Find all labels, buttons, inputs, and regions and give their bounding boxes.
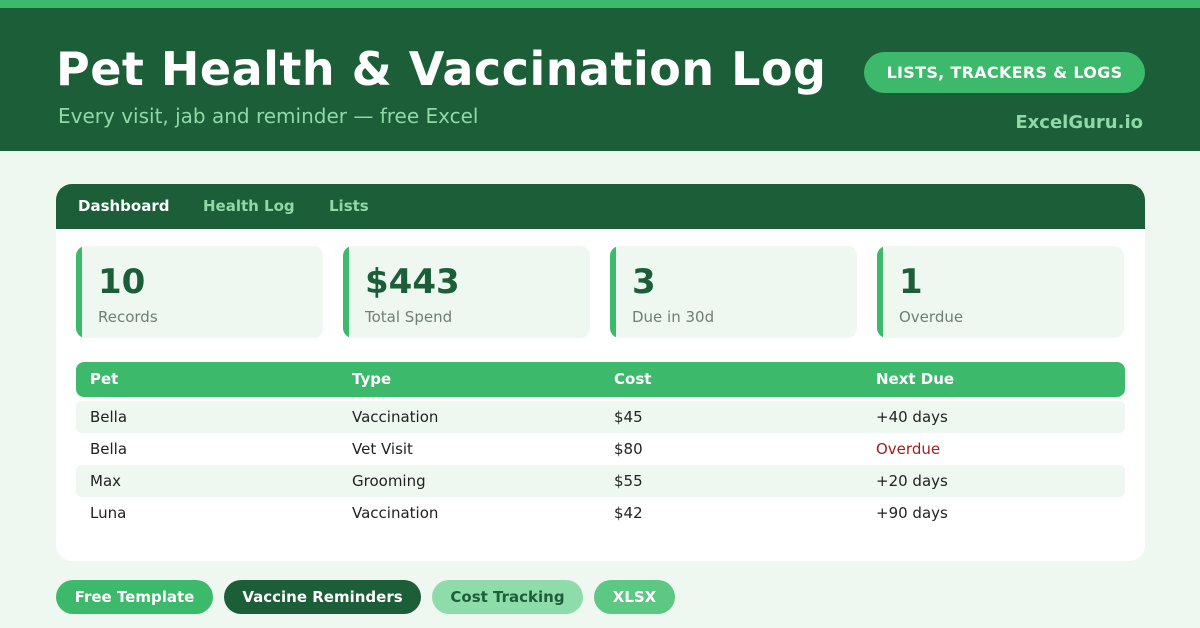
kpi-card-records: 10 Records <box>76 246 323 338</box>
column-header-cost[interactable]: Cost <box>614 370 651 388</box>
cell-next-due: +20 days <box>876 472 948 490</box>
cell-cost: $42 <box>614 504 643 522</box>
tag-cost-tracking[interactable]: Cost Tracking <box>432 580 583 614</box>
tab-health-log[interactable]: Health Log <box>203 197 295 215</box>
cell-type: Vet Visit <box>352 440 413 458</box>
kpi-label: Due in 30d <box>632 308 715 326</box>
cell-pet: Max <box>90 472 122 490</box>
cell-pet: Bella <box>90 440 128 458</box>
kpi-card-total-spend: $443 Total Spend <box>343 246 590 338</box>
top-accent-stripe <box>0 0 1200 8</box>
cell-cost: $55 <box>614 472 643 490</box>
tag-free-template[interactable]: Free Template <box>56 580 213 614</box>
kpi-label: Records <box>98 308 158 326</box>
kpi-card-overdue: 1 Overdue <box>877 246 1124 338</box>
page-title: Pet Health & Vaccination Log <box>56 42 827 96</box>
cell-cost: $45 <box>614 408 643 426</box>
cell-pet: Luna <box>90 504 127 522</box>
tab-bar: Dashboard Health Log Lists <box>56 184 1145 229</box>
cell-cost: $80 <box>614 440 643 458</box>
cell-next-due: +40 days <box>876 408 948 426</box>
table-row[interactable]: Bella Vaccination $45 +40 days <box>76 401 1125 433</box>
kpi-card-due-in-30d: 3 Due in 30d <box>610 246 857 338</box>
column-header-pet[interactable]: Pet <box>90 370 118 388</box>
tag-xlsx[interactable]: XLSX <box>594 580 675 614</box>
column-header-next-due[interactable]: Next Due <box>876 370 954 388</box>
cell-type: Vaccination <box>352 504 439 522</box>
kpi-label: Total Spend <box>365 308 453 326</box>
page-subtitle: Every visit, jab and reminder — free Exc… <box>58 104 479 128</box>
table-header: Pet Type Cost Next Due <box>76 362 1125 397</box>
kpi-value: 3 <box>632 262 656 302</box>
kpi-label: Overdue <box>899 308 964 326</box>
cell-next-due: +90 days <box>876 504 948 522</box>
category-pill: LISTS, TRACKERS & LOGS <box>864 52 1145 93</box>
tab-dashboard[interactable]: Dashboard <box>78 197 169 215</box>
cell-type: Vaccination <box>352 408 439 426</box>
page-header: Pet Health & Vaccination Log Every visit… <box>0 8 1200 151</box>
tab-lists[interactable]: Lists <box>329 197 369 215</box>
cell-type: Grooming <box>352 472 426 490</box>
kpi-value: 1 <box>899 262 923 302</box>
cell-pet: Bella <box>90 408 128 426</box>
kpi-value: $443 <box>365 262 460 302</box>
column-header-type[interactable]: Type <box>352 370 391 388</box>
table-row[interactable]: Max Grooming $55 +20 days <box>76 465 1125 497</box>
table-row[interactable]: Bella Vet Visit $80 Overdue <box>76 433 1125 465</box>
dashboard-card: Dashboard Health Log Lists 10 Records $4… <box>56 184 1145 561</box>
tag-vaccine-reminders[interactable]: Vaccine Reminders <box>224 580 421 614</box>
table-row[interactable]: Luna Vaccination $42 +90 days <box>76 497 1125 529</box>
brand-name: ExcelGuru.io <box>1015 112 1143 133</box>
cell-next-due-overdue: Overdue <box>876 440 941 458</box>
kpi-value: 10 <box>98 262 146 302</box>
